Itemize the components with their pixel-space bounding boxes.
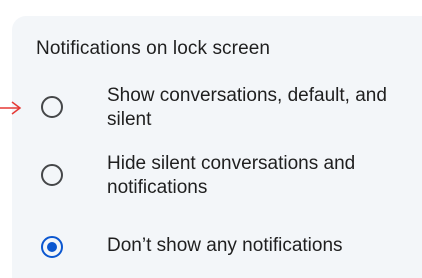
- option-show-all[interactable]: Show conversations, default, and silent: [12, 82, 422, 148]
- dialog-title: Notifications on lock screen: [36, 38, 271, 59]
- radio-checked-icon[interactable]: [41, 236, 63, 258]
- pointer-arrow-icon: [0, 101, 22, 115]
- option-dont-show[interactable]: Don’t show any notifications: [12, 228, 422, 268]
- radio-unchecked-icon[interactable]: [41, 96, 63, 118]
- option-label: Don’t show any notifications: [107, 235, 343, 256]
- option-label: Hide silent conversations and notificati…: [107, 153, 356, 198]
- lock-screen-notifications-dialog: Notifications on lock screen Show conver…: [12, 16, 422, 278]
- option-label: Show conversations, default, and silent: [107, 85, 387, 130]
- radio-unchecked-icon[interactable]: [41, 164, 63, 186]
- option-hide-silent[interactable]: Hide silent conversations and notificati…: [12, 150, 422, 216]
